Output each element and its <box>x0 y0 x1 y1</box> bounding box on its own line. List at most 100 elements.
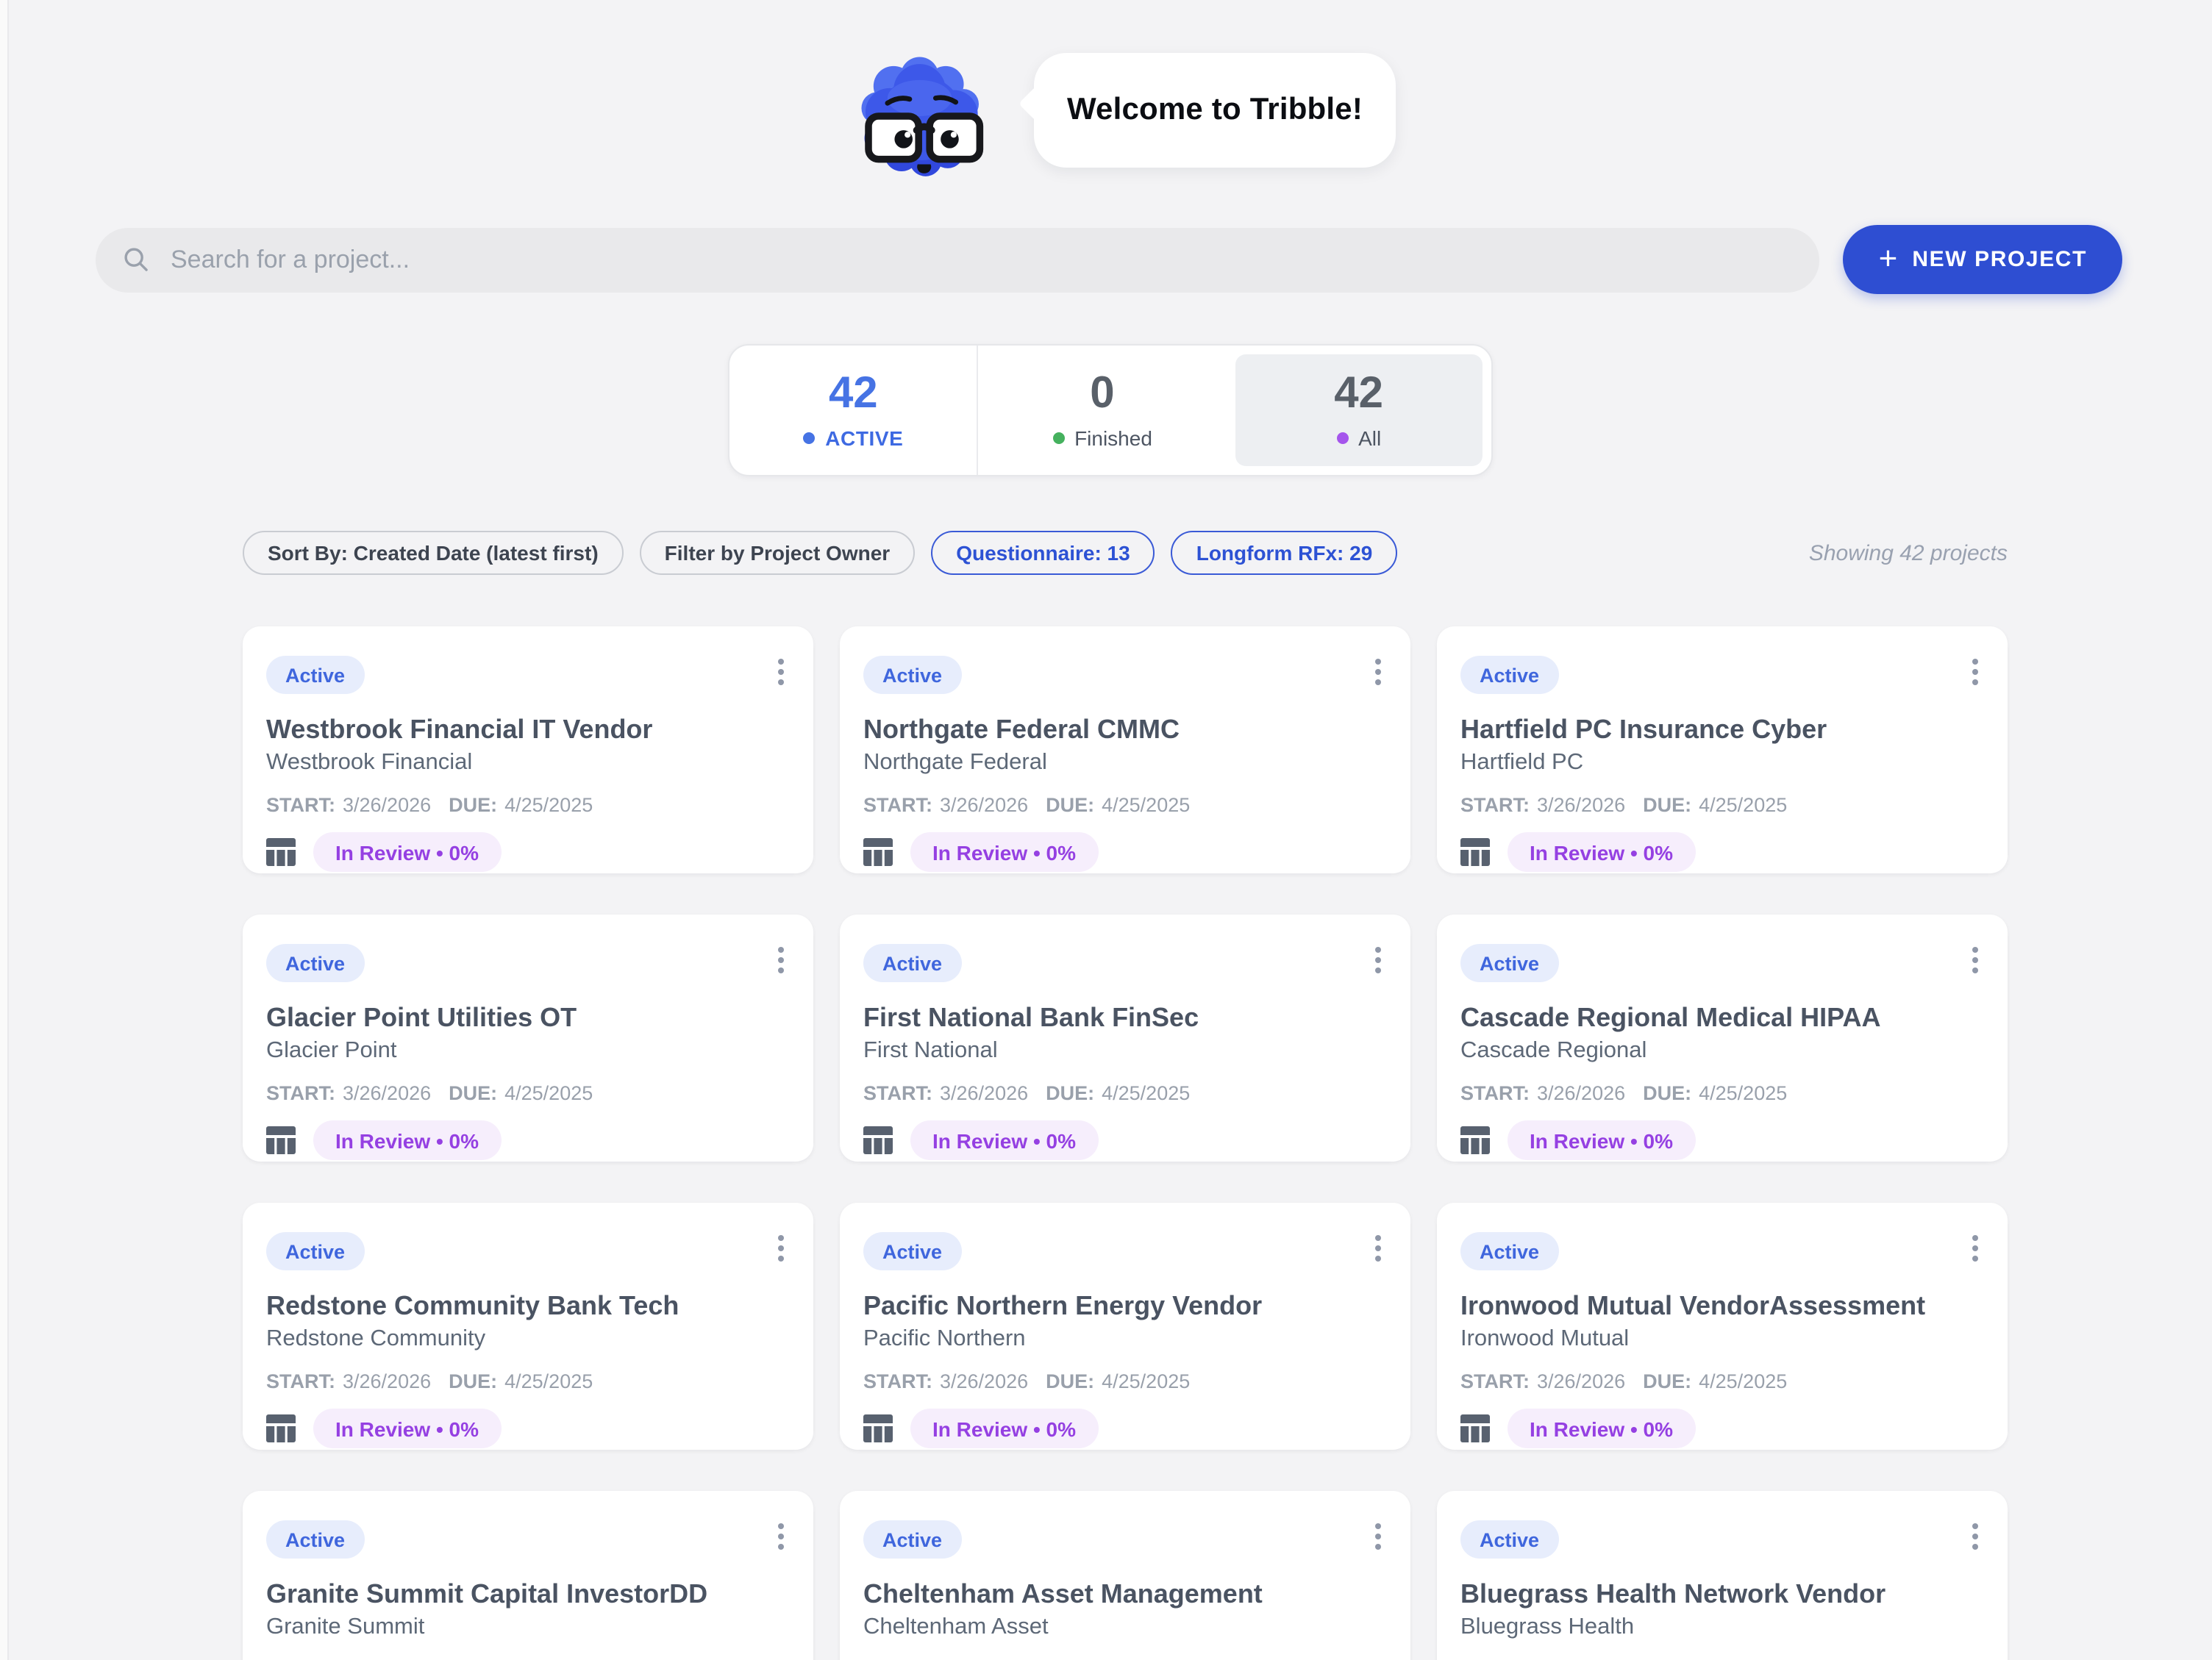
kebab-menu-button[interactable] <box>772 1520 790 1553</box>
welcome-text: Welcome to Tribble! <box>1067 93 1363 128</box>
status-badge: Active <box>1460 944 1558 982</box>
project-title: Hartfield PC Insurance Cyber <box>1460 713 1984 745</box>
project-card[interactable]: Active Glacier Point Utilities OT Glacie… <box>243 915 813 1162</box>
kebab-menu-button[interactable] <box>1966 1520 1984 1553</box>
search-input[interactable] <box>168 243 1794 276</box>
status-badge: Active <box>266 944 364 982</box>
projects-dashboard: Welcome to Tribble! + NEW PROJECT 42 ACT… <box>0 0 2212 1660</box>
filter-chip-1[interactable]: Filter by Project Owner <box>640 531 916 575</box>
kebab-menu-button[interactable] <box>1966 944 1984 976</box>
start-label: START: <box>1460 1081 1530 1106</box>
due-date: 4/25/2025 <box>1699 1657 1787 1660</box>
project-card[interactable]: Active Cheltenham Asset Management Chelt… <box>840 1491 1410 1660</box>
kebab-menu-button[interactable] <box>1369 944 1387 976</box>
kebab-menu-button[interactable] <box>772 944 790 976</box>
welcome-speech-bubble: Welcome to Tribble! <box>1034 53 1396 168</box>
start-date: 3/26/2026 <box>1537 1369 1625 1394</box>
due-date: 4/25/2025 <box>1699 1369 1787 1394</box>
project-card[interactable]: Active Pacific Northern Energy Vendor Pa… <box>840 1203 1410 1450</box>
kebab-menu-button[interactable] <box>1369 1520 1387 1553</box>
filter-chip-3[interactable]: Longform RFx: 29 <box>1171 531 1398 575</box>
new-project-button[interactable]: + NEW PROJECT <box>1844 225 2122 294</box>
project-stats-card: 42 ACTIVE 0 Finished 42 All <box>728 344 1493 476</box>
card-header: Active <box>863 1520 1387 1559</box>
due-date: 4/25/2025 <box>1699 793 1787 818</box>
welcome-hero: Welcome to Tribble! <box>21 0 2212 176</box>
project-card[interactable]: Active Cascade Regional Medical HIPAA Ca… <box>1437 915 2008 1162</box>
start-label: START: <box>266 1657 335 1660</box>
start-date: 3/26/2026 <box>343 1081 431 1106</box>
due-date: 4/25/2025 <box>504 1081 593 1106</box>
project-title: Northgate Federal CMMC <box>863 713 1387 745</box>
finished-count: 0 <box>1090 371 1114 417</box>
project-card[interactable]: Active Northgate Federal CMMC Northgate … <box>840 626 1410 873</box>
showing-projects-count: Showing 42 projects <box>1809 540 2008 565</box>
due-label: DUE: <box>449 793 497 818</box>
card-header: Active <box>266 944 790 982</box>
card-header: Active <box>863 656 1387 694</box>
kebab-menu-button[interactable] <box>1369 1232 1387 1264</box>
project-card[interactable]: Active Ironwood Mutual VendorAssessment … <box>1437 1203 2008 1450</box>
review-status-pill[interactable]: In Review • 0% <box>1508 1120 1695 1160</box>
review-status-pill[interactable]: In Review • 0% <box>313 1120 501 1160</box>
start-label: START: <box>1460 793 1530 818</box>
project-card[interactable]: Active Bluegrass Health Network Vendor B… <box>1437 1491 2008 1660</box>
status-badge: Active <box>863 1520 961 1559</box>
review-status-pill[interactable]: In Review • 0% <box>1508 1409 1695 1448</box>
status-badge: Active <box>863 1232 961 1270</box>
left-edge-strip <box>0 0 9 1660</box>
kebab-menu-button[interactable] <box>1369 656 1387 688</box>
project-card[interactable]: Active First National Bank FinSec First … <box>840 915 1410 1162</box>
due-date: 4/25/2025 <box>1102 1081 1190 1106</box>
card-header: Active <box>863 944 1387 982</box>
status-badge: Active <box>266 1232 364 1270</box>
filter-chip-0[interactable]: Sort By: Created Date (latest first) <box>243 531 624 575</box>
status-badge: Active <box>863 944 961 982</box>
review-status-pill[interactable]: In Review • 0% <box>910 1120 1098 1160</box>
project-card[interactable]: Active Granite Summit Capital InvestorDD… <box>243 1491 813 1660</box>
table-icon <box>1460 1126 1490 1154</box>
start-label: START: <box>863 1081 932 1106</box>
review-status-pill[interactable]: In Review • 0% <box>910 1409 1098 1448</box>
due-label: DUE: <box>449 1369 497 1394</box>
review-status-pill[interactable]: In Review • 0% <box>313 832 501 872</box>
status-badge: Active <box>266 1520 364 1559</box>
stat-tab-finished[interactable]: 0 Finished <box>979 346 1227 475</box>
start-date: 3/26/2026 <box>1537 1081 1625 1106</box>
project-card[interactable]: Active Westbrook Financial IT Vendor Wes… <box>243 626 813 873</box>
review-status-pill[interactable]: In Review • 0% <box>313 1409 501 1448</box>
due-label: DUE: <box>1643 1081 1691 1106</box>
project-owner: Westbrook Financial <box>266 748 790 778</box>
project-owner: Cascade Regional <box>1460 1037 1984 1066</box>
speech-bubble-tail <box>1018 86 1054 121</box>
kebab-menu-button[interactable] <box>772 656 790 688</box>
project-owner: Northgate Federal <box>863 748 1387 778</box>
kebab-menu-button[interactable] <box>1966 656 1984 688</box>
table-icon <box>1460 1414 1490 1442</box>
filter-chip-2[interactable]: Questionnaire: 13 <box>931 531 1155 575</box>
kebab-menu-button[interactable] <box>1966 1232 1984 1264</box>
project-title: Pacific Northern Energy Vendor <box>863 1289 1387 1322</box>
project-dates: START: 3/26/2026 DUE: 4/25/2025 <box>266 1081 790 1106</box>
card-header: Active <box>266 1520 790 1559</box>
card-footer: In Review • 0% <box>863 832 1387 872</box>
start-date: 3/26/2026 <box>940 1657 1028 1660</box>
review-status-pill[interactable]: In Review • 0% <box>910 832 1098 872</box>
table-icon <box>863 1126 893 1154</box>
start-label: START: <box>863 793 932 818</box>
kebab-menu-button[interactable] <box>772 1232 790 1264</box>
project-dates: START: 3/26/2026 DUE: 4/25/2025 <box>266 793 790 818</box>
project-title: Redstone Community Bank Tech <box>266 1289 790 1322</box>
due-date: 4/25/2025 <box>504 793 593 818</box>
review-status-pill[interactable]: In Review • 0% <box>1508 832 1695 872</box>
due-label: DUE: <box>1046 1657 1094 1660</box>
stat-tab-all[interactable]: 42 All <box>1235 354 1483 466</box>
card-footer: In Review • 0% <box>1460 832 1984 872</box>
project-search-bar[interactable] <box>96 227 1820 292</box>
stat-tab-active[interactable]: 42 ACTIVE <box>729 346 979 475</box>
start-label: START: <box>266 1369 335 1394</box>
project-card[interactable]: Active Hartfield PC Insurance Cyber Hart… <box>1437 626 2008 873</box>
project-card[interactable]: Active Redstone Community Bank Tech Reds… <box>243 1203 813 1450</box>
due-date: 4/25/2025 <box>1699 1081 1787 1106</box>
project-owner: Hartfield PC <box>1460 748 1984 778</box>
